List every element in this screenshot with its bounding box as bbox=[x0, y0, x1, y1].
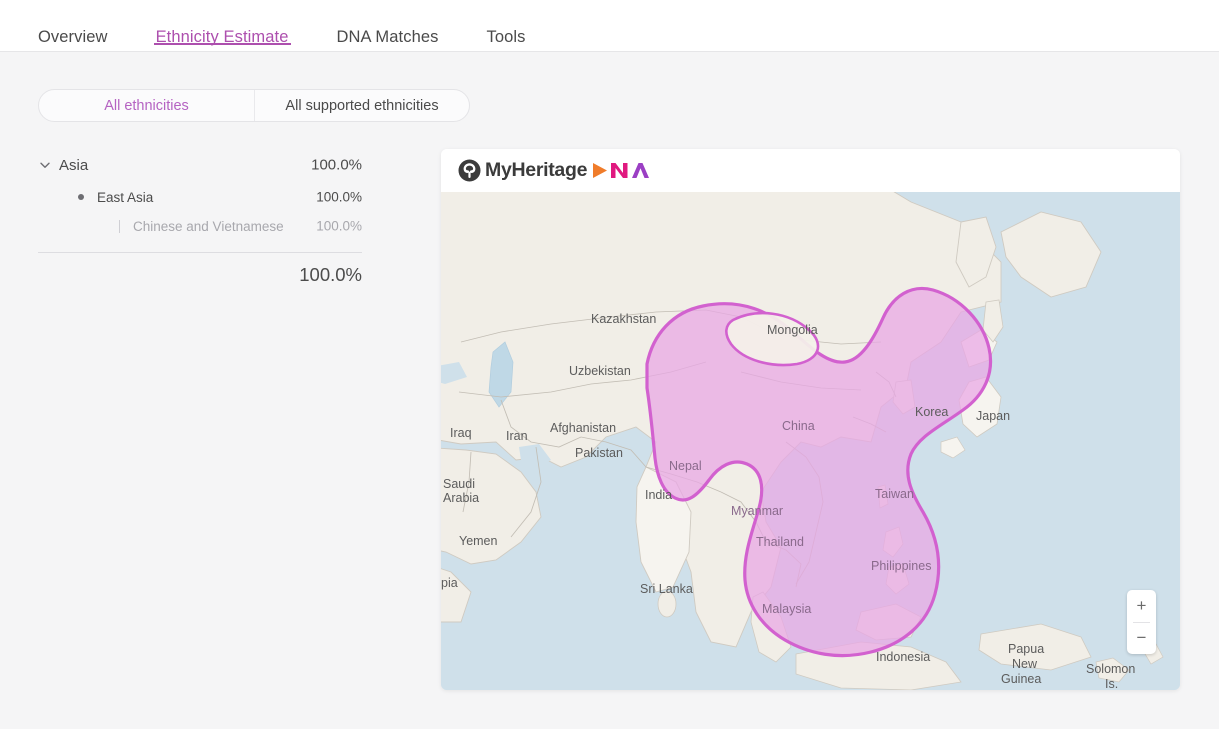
map-label: Japan bbox=[976, 409, 1010, 423]
ethnicity-row-continent[interactable]: Asia 100.0% bbox=[38, 152, 362, 178]
tab-dna-matches-label: DNA Matches bbox=[336, 28, 439, 46]
map-label: Yemen bbox=[459, 534, 498, 548]
map-label: Saudi bbox=[443, 477, 475, 491]
chevron-down-icon[interactable] bbox=[38, 158, 52, 172]
list-divider bbox=[38, 252, 362, 253]
tree-connector-icon bbox=[114, 219, 124, 233]
map-canvas[interactable]: Kazakhstan Uzbekistan Mongolia Iraq Iran Afgh… bbox=[441, 192, 1180, 690]
filter-all-ethnicities[interactable]: All ethnicities bbox=[39, 90, 254, 121]
ethnicity-total-row: 100.0% bbox=[38, 264, 362, 294]
tab-ethnicity-estimate[interactable]: Ethnicity Estimate bbox=[153, 0, 291, 52]
map-label: Malaysia bbox=[762, 602, 811, 616]
map-label: Iraq bbox=[450, 426, 472, 440]
ethnicity-row-region[interactable]: East Asia 100.0% bbox=[38, 184, 362, 210]
map-card-header: MyHeritage bbox=[441, 149, 1180, 192]
segmented-control: All ethnicities All supported ethnicitie… bbox=[38, 89, 470, 122]
map-label: New bbox=[1012, 657, 1038, 671]
zoom-in-button[interactable]: + bbox=[1127, 590, 1156, 622]
filter-all-supported-ethnicities-label: All supported ethnicities bbox=[285, 97, 439, 114]
map-label: Papua bbox=[1008, 642, 1044, 656]
ethnicity-continent-percent: 100.0% bbox=[311, 156, 362, 174]
ethnicity-region-label: East Asia bbox=[97, 189, 154, 205]
active-tab-underline bbox=[153, 43, 291, 45]
map-label: Taiwan bbox=[875, 487, 914, 501]
ethnicity-map[interactable]: Kazakhstan Uzbekistan Mongolia Iraq Iran Afgh… bbox=[441, 192, 1180, 690]
map-label: Guinea bbox=[1001, 672, 1041, 686]
ethnicity-total-percent: 100.0% bbox=[299, 264, 362, 285]
myheritage-wordmark: MyHeritage bbox=[485, 159, 588, 181]
tab-dna-matches[interactable]: DNA Matches bbox=[337, 0, 439, 52]
tab-overview-label: Overview bbox=[38, 28, 108, 46]
map-label: Uzbekistan bbox=[569, 364, 631, 378]
minus-icon: − bbox=[1136, 628, 1147, 648]
map-label: China bbox=[782, 419, 815, 433]
map-label: Pakistan bbox=[575, 446, 623, 460]
ethnicity-breakdown-list: Asia 100.0% East Asia 100.0% Chinese and… bbox=[38, 152, 362, 294]
ethnicity-row-group[interactable]: Chinese and Vietnamese 100.0% bbox=[38, 213, 362, 239]
map-label: Philippines bbox=[871, 559, 931, 573]
plus-icon: + bbox=[1136, 595, 1147, 615]
map-label: Mongolia bbox=[767, 323, 818, 337]
ethnicity-continent-label: Asia bbox=[59, 156, 89, 174]
zoom-out-button[interactable]: − bbox=[1127, 623, 1156, 655]
map-label: Iran bbox=[506, 429, 528, 443]
map-label: Afghanistan bbox=[550, 421, 616, 435]
tab-tools-label: Tools bbox=[486, 28, 526, 46]
filter-all-ethnicities-label: All ethnicities bbox=[104, 97, 189, 114]
myheritage-dna-logo: MyHeritage bbox=[458, 159, 651, 182]
ethnicity-group-label: Chinese and Vietnamese bbox=[133, 218, 284, 234]
map-label: Solomon bbox=[1086, 662, 1135, 676]
map-label: Indonesia bbox=[876, 650, 930, 664]
map-label: Is. bbox=[1105, 677, 1118, 690]
map-label: Kazakhstan bbox=[591, 312, 656, 326]
map-label: Myanmar bbox=[731, 504, 783, 518]
tab-list: Overview Ethnicity Estimate DNA Matches … bbox=[38, 0, 574, 52]
map-label: Sri Lanka bbox=[640, 582, 693, 596]
top-navigation-bar: Overview Ethnicity Estimate DNA Matches … bbox=[0, 0, 1219, 52]
bullet-icon bbox=[73, 194, 89, 200]
map-label: India bbox=[645, 488, 672, 502]
ethnicity-filter-toggle: All ethnicities All supported ethnicitie… bbox=[38, 89, 470, 122]
map-label: Arabia bbox=[443, 491, 479, 505]
map-label: Korea bbox=[915, 405, 948, 419]
tab-overview[interactable]: Overview bbox=[38, 0, 108, 52]
map-label: Thailand bbox=[756, 535, 804, 549]
dna-wordmark-icon bbox=[591, 160, 651, 181]
tab-tools[interactable]: Tools bbox=[487, 0, 526, 52]
ethnicity-region-percent: 100.0% bbox=[316, 189, 362, 205]
myheritage-logo-icon bbox=[458, 159, 481, 182]
map-label: Nepal bbox=[669, 459, 702, 473]
filter-all-supported-ethnicities[interactable]: All supported ethnicities bbox=[254, 90, 469, 121]
ethnicity-map-card: MyHeritage Kazakhstan Uzbekistan Mongoli… bbox=[441, 149, 1180, 690]
map-zoom-controls: + − bbox=[1127, 590, 1156, 654]
ethnicity-group-percent: 100.0% bbox=[316, 218, 362, 234]
map-label: pia bbox=[441, 576, 458, 590]
